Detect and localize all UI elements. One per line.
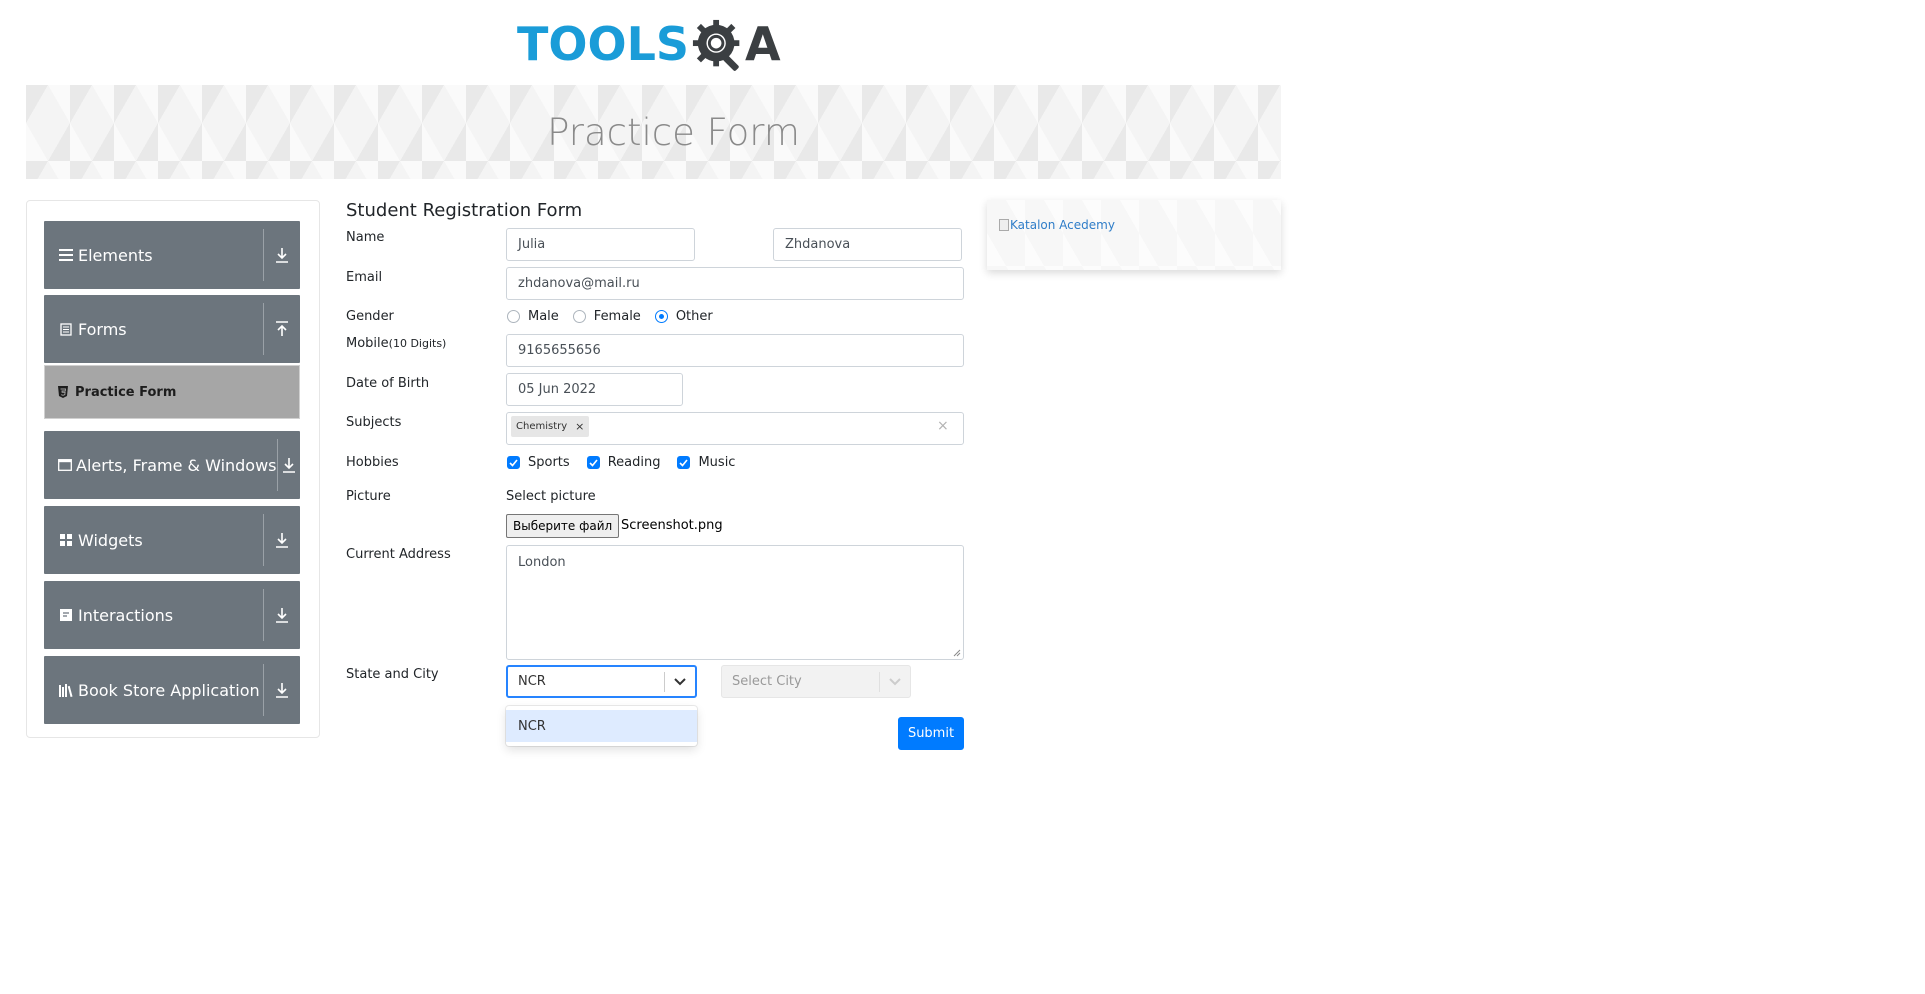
gender-other-label[interactable]: Other [676,309,713,324]
checkmark-icon [589,458,598,467]
menu-group-alerts[interactable]: Alerts, Frame & Windows [44,431,300,499]
form-title: Student Registration Form [346,200,583,221]
hobbies-label: Hobbies [346,455,399,470]
email-input[interactable]: zhdanova@mail.ru [506,267,964,300]
hobby-music-label[interactable]: Music [698,455,735,470]
address-label: Current Address [346,547,451,562]
city-select[interactable]: Select City [721,665,911,698]
address-value: London [518,555,566,570]
state-city-label: State and City [346,667,439,682]
menu-group-label: Elements [78,245,153,265]
left-sidebar: Elements Forms Practice Form Alerts, Fra… [26,200,320,738]
chevron-down-icon[interactable] [665,677,695,686]
first-name-input[interactable]: Julia [506,228,695,261]
dob-input[interactable]: 05 Jun 2022 [506,373,683,406]
menu-group-label: Alerts, Frame & Windows [76,455,277,475]
city-select-placeholder: Select City [732,674,802,689]
menu-group-label: Forms [78,319,127,339]
menu-group-forms[interactable]: Forms [44,295,300,363]
download-arrow-icon[interactable] [264,656,300,724]
ad-banner: Katalon Acedemy [987,200,1281,270]
hamburger-icon [58,247,74,263]
state-option[interactable]: NCR [506,710,697,742]
menu-group-label: Widgets [78,530,143,550]
state-select-value: NCR [518,674,546,689]
html5-icon [58,386,70,398]
subject-chip-label: Chemistry [516,421,568,432]
gender-male-radio[interactable] [507,310,520,323]
chip-remove-icon[interactable]: × [575,420,584,433]
choose-file-button[interactable]: Выберите файл [506,514,620,538]
menu-item-label: Practice Form [75,384,177,400]
dob-label: Date of Birth [346,376,430,391]
download-arrow-icon[interactable] [264,506,300,574]
gender-other-radio[interactable] [654,310,668,323]
mobile-label: Mobile(10 Digits) [346,336,446,351]
toolsqa-logo[interactable]: TOOLS A [517,12,797,76]
menu-group-label: Book Store Application [78,680,260,700]
gender-female-radio[interactable] [572,310,586,323]
clear-subjects-icon[interactable]: × [937,418,949,434]
subject-chip: Chemistry × [511,416,590,437]
checkmark-icon [509,458,518,467]
hobbies-checkbox-group: Sports Reading Music [507,455,752,470]
gender-female-label[interactable]: Female [594,309,641,324]
current-address-textarea[interactable]: London [506,545,964,660]
hobby-music-checkbox[interactable] [677,456,691,469]
page-title: Practice Form [547,110,800,154]
grid-icon [58,532,74,548]
gender-male-label[interactable]: Male [528,309,559,324]
last-name-input[interactable]: Zhdanova [773,228,962,261]
broken-image-icon [999,219,1009,231]
mobile-hint: (10 Digits) [388,337,447,350]
mobile-label-text: Mobile [346,336,389,351]
gender-label: Gender [346,309,394,324]
chevron-down-icon[interactable] [880,677,910,686]
form-icon [58,321,74,337]
checkmark-icon [679,458,689,467]
ad-alt-text: Katalon Acedemy [1010,218,1115,232]
submit-button[interactable]: Submit [898,717,964,750]
name-label: Name [346,230,385,245]
menu-group-bookstore[interactable]: Book Store Application [44,656,300,724]
interaction-icon [58,607,74,623]
logo-suffix: A [745,17,781,71]
state-select[interactable]: NCR [506,665,697,698]
resize-grip-icon[interactable] [953,649,961,657]
subjects-label: Subjects [346,415,402,430]
books-icon [58,682,74,698]
menu-group-label: Interactions [78,605,174,625]
download-arrow-icon[interactable] [264,221,300,289]
download-arrow-icon[interactable] [264,581,300,649]
logo-text: TOOLS [517,17,690,71]
hobby-sports-label[interactable]: Sports [528,455,570,470]
katalon-ad-link[interactable]: Katalon Acedemy [999,218,1115,232]
menu-group-elements[interactable]: Elements [44,221,300,289]
menu-item-practice-form[interactable]: Practice Form [44,365,300,419]
file-name: Screenshot.png [621,518,723,533]
hobby-sports-checkbox[interactable] [507,456,520,469]
gender-radio-group: Male Female Other [507,309,727,324]
mobile-input[interactable]: 9165655656 [506,334,964,367]
upload-arrow-icon[interactable] [264,295,300,363]
menu-group-interactions[interactable]: Interactions [44,581,300,649]
hobby-reading-checkbox[interactable] [586,456,600,469]
menu-group-widgets[interactable]: Widgets [44,506,300,574]
gear-magnifier-icon [692,19,740,71]
email-label: Email [346,270,383,285]
picture-label: Picture [346,489,391,504]
hobby-reading-label[interactable]: Reading [608,455,661,470]
window-icon [58,457,72,473]
select-picture-text: Select picture [506,489,596,504]
state-dropdown-menu: NCR [506,706,697,746]
download-arrow-icon[interactable] [277,431,300,499]
page-banner: Practice Form [26,85,1281,179]
